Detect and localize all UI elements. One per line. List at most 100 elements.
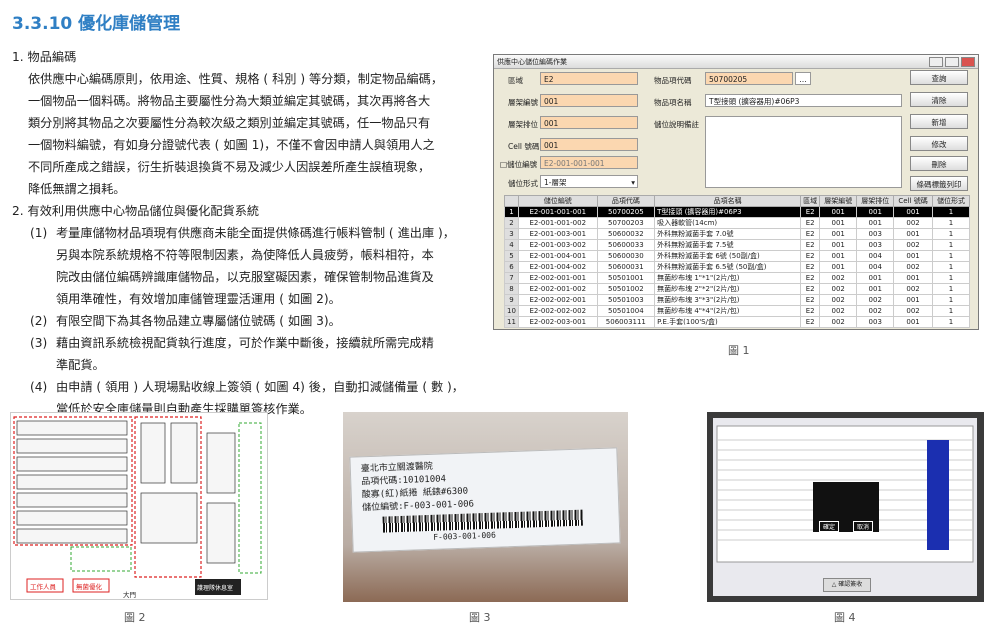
table-cell: 1 [931,294,971,306]
add-button[interactable]: 新增 [910,114,968,129]
table-row[interactable]: 11 E2-002-003-001 506003111 P.E.手套(100'S/盒)… [504,316,971,328]
section2-item: (1) 考量庫儲物材品項現有供應商未能全面提供條碼進行帳料管制 ( 進出庫 )， 另… [12,222,490,310]
section1-line: 類分別將其物品之次要屬性分為較次級之類別並編定其號碼，任一物品只有 [28,116,431,130]
table-cell: E2 [800,272,821,284]
confirm-sign-button[interactable]: △ 確認簽收 [823,578,871,592]
table-cell: 004 [856,261,895,273]
table-cell: E2 [800,305,821,317]
table-cell: 002 [856,305,895,317]
shelf-no-field[interactable]: 001 [540,94,638,107]
item-line: 考量庫儲物材品項現有供應商未能全面提供條碼進行帳料管制 ( 進出庫 )， [56,226,455,240]
delete-button[interactable]: 刪除 [910,156,968,171]
table-cell: E2 [800,261,821,273]
column-header[interactable]: 品項代碼 [596,195,656,207]
table-row[interactable]: 10 E2-002-002-002 50501004 無菌紗布塊 4"*4"(2片/包… [504,305,971,317]
print-label-button[interactable]: 條碼標籤列印 [910,176,968,191]
table-cell: 外科無粉滅菌手套 6號 (50副/盒) [654,250,802,262]
item-name-field[interactable]: T型接頭 (擴容器用)#06P3 [705,94,902,107]
edit-button[interactable]: 修改 [910,136,968,151]
item-line: 院改由儲位編碼辨識庫儲物品，以克服窒礙因素，確保管制物品進貨及 [56,270,434,284]
desc-label: 儲位說明備註 [654,120,699,129]
table-cell: E2-001-004-002 [518,261,598,273]
close-icon[interactable] [961,56,975,67]
table-cell: 002 [819,272,858,284]
maximize-icon[interactable] [945,56,959,67]
cell-field[interactable]: 001 [540,138,638,151]
table-cell: 002 [819,316,858,328]
table-cell: 1 [931,283,971,295]
section2-item: (2) 有限空間下為其各物品建立專屬儲位號碼 ( 如圖 3)。 [12,310,490,332]
query-button[interactable]: 查詢 [910,70,968,85]
item-line: 藉由資訊系統檢視配貨執行進度，可於作業中斷後，接續就所需完成精 [56,336,434,350]
section1-title: 1. 物品編碼 [12,50,77,64]
shelf-pos-label: 層架排位 [508,120,538,129]
table-cell: 外科無粉滅菌手套 6.5號 (50副/盒) [654,261,802,273]
table-cell: E2 [800,206,821,218]
table-cell: 004 [856,250,895,262]
window-title: 供應中心儲位編碼作業 [497,57,567,66]
table-row[interactable]: 7 E2-002-001-001 50501001 無菌紗布塊 1"*1"(2片/包)… [504,272,971,284]
table-cell: 506003111 [596,316,656,328]
table-cell: 50700205 [596,206,656,218]
table-cell: 1 [931,305,971,317]
table-cell: E2 [800,239,821,251]
table-cell: 001 [856,272,895,284]
table-cell: 001 [893,228,933,240]
column-header[interactable]: 品項名稱 [654,195,802,207]
table-cell: E2-002-001-001 [518,272,598,284]
table-cell: 001 [819,228,858,240]
legend-sterile: 無菌優化 [76,583,102,591]
storage-code-field[interactable]: E2-001-001-001 [540,156,638,169]
column-header[interactable]: 區域 [800,195,821,207]
dialog-ok-button[interactable]: 確定 [819,521,840,532]
area-label: 區域 [508,76,523,85]
table-row[interactable]: 2 E2-001-001-002 50700203 吸入器軟管(14cm) E2 001 0… [504,217,971,229]
table-cell: E2-002-002-001 [518,294,598,306]
minimize-icon[interactable] [929,56,943,67]
rest-room-label: 護理隊休息室 [197,585,234,592]
column-header[interactable] [504,195,519,207]
table-cell: 50501002 [596,283,656,295]
lookup-button[interactable]: … [795,72,811,85]
table-row[interactable]: 3 E2-001-003-001 50600032 外科無粉滅菌手套 7.0號 E2 00… [504,228,971,240]
table-cell: 無菌紗布塊 1"*1"(2片/包) [654,272,802,284]
column-header[interactable]: Cell 號碼 [893,195,933,207]
table-row[interactable]: 8 E2-002-001-002 50501002 無菌紗布塊 2"*2"(2片/包)… [504,283,971,295]
table-cell: 1 [931,261,971,273]
table-cell: 002 [893,239,933,251]
table-cell: 10 [504,305,519,317]
column-header[interactable]: 層架編號 [819,195,858,207]
table-row[interactable]: 5 E2-001-004-001 50600030 外科無粉滅菌手套 6號 (50副/… [504,250,971,262]
table-cell: 3 [504,228,519,240]
table-cell: 1 [931,250,971,262]
table-cell: 11 [504,316,519,328]
table-row[interactable]: 9 E2-002-002-001 50501003 無菌紗布塊 3"*3"(2片/包)… [504,294,971,306]
column-header[interactable]: 儲位形式 [931,195,971,207]
table-cell: 2 [504,217,519,229]
table-cell: 外科無粉滅菌手套 7.0號 [654,228,802,240]
shelf-pos-field[interactable]: 001 [540,116,638,129]
item-code-label: 物品項代碼 [654,76,692,85]
desc-field[interactable] [705,116,902,188]
column-header[interactable]: 儲位編號 [518,195,598,207]
dialog-cancel-button[interactable]: 取消 [853,521,874,532]
shelf-no-label: 層架編號 [508,98,538,107]
table-row[interactable]: 4 E2-001-003-002 50600033 外科無粉滅菌手套 7.5號 E2 00… [504,239,971,251]
clear-button[interactable]: 清除 [910,92,968,107]
item-number: (1) [30,226,48,240]
item-number: (2) [30,314,48,328]
table-cell: E2 [800,217,821,229]
storage-form-select[interactable]: 1-層架 ▾ [540,175,638,188]
table-cell: 002 [856,294,895,306]
storage-code-label: □儲位編號 [500,160,538,169]
table-row[interactable]: 6 E2-001-004-002 50600031 外科無粉滅菌手套 6.5號 (50… [504,261,971,273]
table-cell: 003 [856,316,895,328]
table-cell: 001 [893,206,933,218]
item-code-field[interactable]: 50700205 [705,72,793,85]
body-text: 1. 物品編碼 依供應中心編碼原則，依用途、性質、規格 ( 科別 ) 等分類，制… [12,46,490,420]
table-row[interactable]: 1 E2-001-001-001 50700205 T型接頭 (擴容器用)#06P3 E… [504,206,971,218]
column-header[interactable]: 層架排位 [856,195,895,207]
area-field[interactable]: E2 [540,72,638,85]
section1-line: 依供應中心編碼原則，依用途、性質、規格 ( 科別 ) 等分類，制定物品編碼， [28,72,444,86]
table-cell: T型接頭 (擴容器用)#06P3 [654,206,802,218]
